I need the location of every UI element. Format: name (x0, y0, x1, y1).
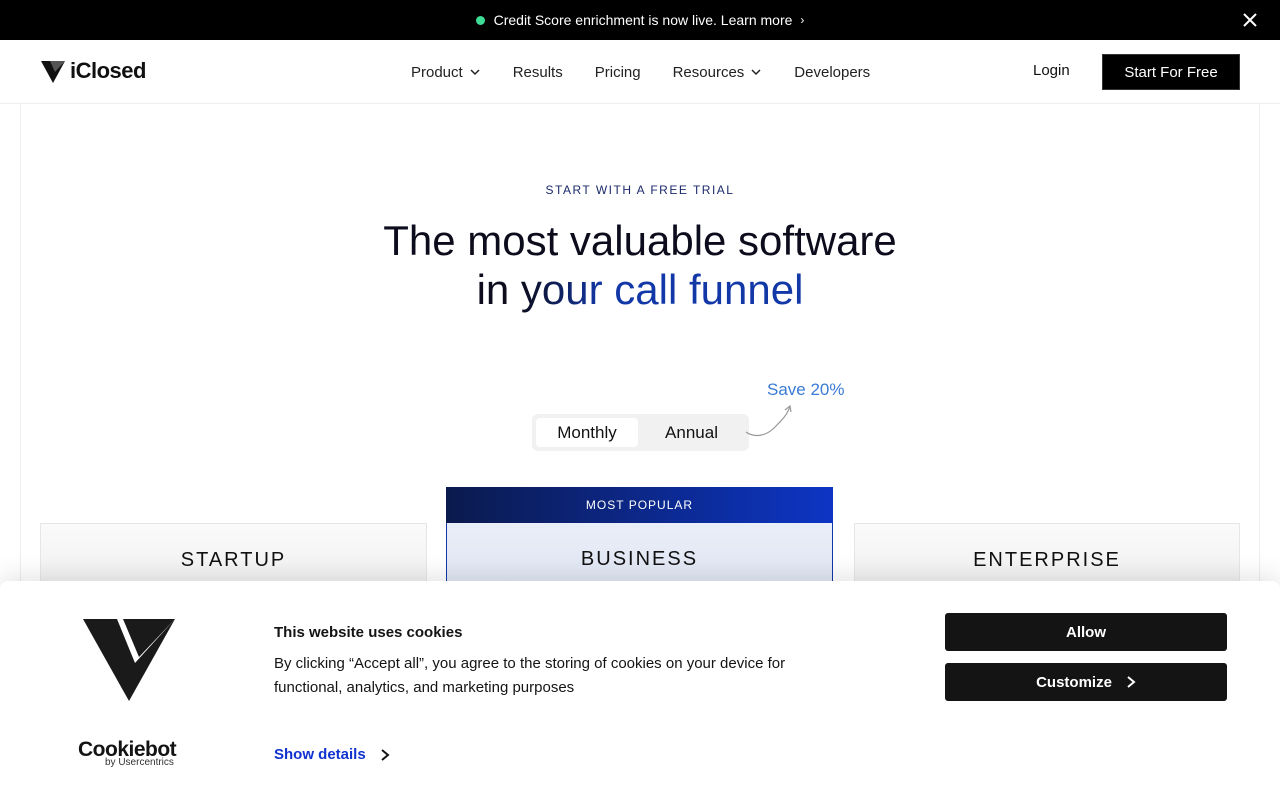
announcement-bar: Credit Score enrichment is now live. Lea… (0, 0, 1280, 40)
monthly-option[interactable]: Monthly (536, 418, 638, 447)
status-dot-icon (475, 15, 485, 25)
show-details-link[interactable]: Show details (274, 746, 390, 763)
nav-resources[interactable]: Resources (673, 64, 763, 81)
cookie-title: This website uses cookies (274, 624, 463, 641)
billing-toggle: Monthly Annual (532, 414, 749, 451)
chevron-right-icon: › (800, 13, 805, 27)
most-popular-badge: MOST POPULAR (446, 487, 833, 523)
cookie-banner: Cookiebot by Usercentrics This website u… (0, 581, 1280, 800)
nav-pricing[interactable]: Pricing (595, 64, 641, 81)
cookie-description: By clicking “Accept all”, you agree to t… (274, 655, 786, 696)
chevron-right-icon (381, 748, 390, 761)
chevron-down-icon (470, 69, 480, 76)
nav-results[interactable]: Results (513, 64, 563, 81)
headline-accent: call funnel (602, 266, 804, 313)
chevron-down-icon (751, 69, 761, 76)
logo-icon (41, 61, 65, 83)
chevron-right-icon (1127, 676, 1136, 688)
headline-part: in (476, 266, 521, 313)
login-link[interactable]: Login (1033, 62, 1070, 79)
nav-resources-label: Resources (672, 63, 745, 81)
logo-text: iClosed (70, 58, 146, 83)
headline-line-2: in your call funnel (0, 265, 1280, 314)
hero-eyebrow: START WITH A FREE TRIAL (545, 183, 735, 197)
show-details-label: Show details (274, 746, 366, 763)
nav-results-label: Results (512, 63, 563, 81)
customize-label: Customize (1036, 673, 1112, 691)
save-badge: Save 20% (767, 380, 845, 399)
start-free-button[interactable]: Start For Free (1102, 54, 1240, 90)
main-menu: Product Results Pricing Resources Develo… (411, 40, 902, 104)
nav-product[interactable]: Product (411, 64, 481, 81)
headline-line-1: The most valuable software (383, 217, 897, 264)
customize-button[interactable]: Customize (945, 663, 1227, 701)
brand-logo-icon (83, 619, 175, 701)
nav-product-label: Product (411, 63, 463, 81)
nav-developers[interactable]: Developers (794, 64, 870, 81)
nav-pricing-label: Pricing (594, 63, 641, 81)
hero-headline: The most valuable software in your call … (0, 216, 1280, 314)
allow-button[interactable]: Allow (945, 613, 1227, 651)
curved-arrow-icon (745, 404, 792, 437)
annual-option[interactable]: Annual (638, 418, 745, 447)
cookiebot-subtitle: by Usercentrics (105, 757, 174, 768)
top-nav: iClosed Product Results Pricing Resource… (0, 40, 1280, 104)
logo[interactable]: iClosed (40, 58, 146, 84)
announcement-link[interactable]: Credit Score enrichment is now live. Lea… (494, 12, 793, 28)
headline-part: your (520, 266, 603, 313)
close-icon[interactable] (1240, 10, 1260, 30)
nav-developers-label: Developers (794, 63, 871, 81)
